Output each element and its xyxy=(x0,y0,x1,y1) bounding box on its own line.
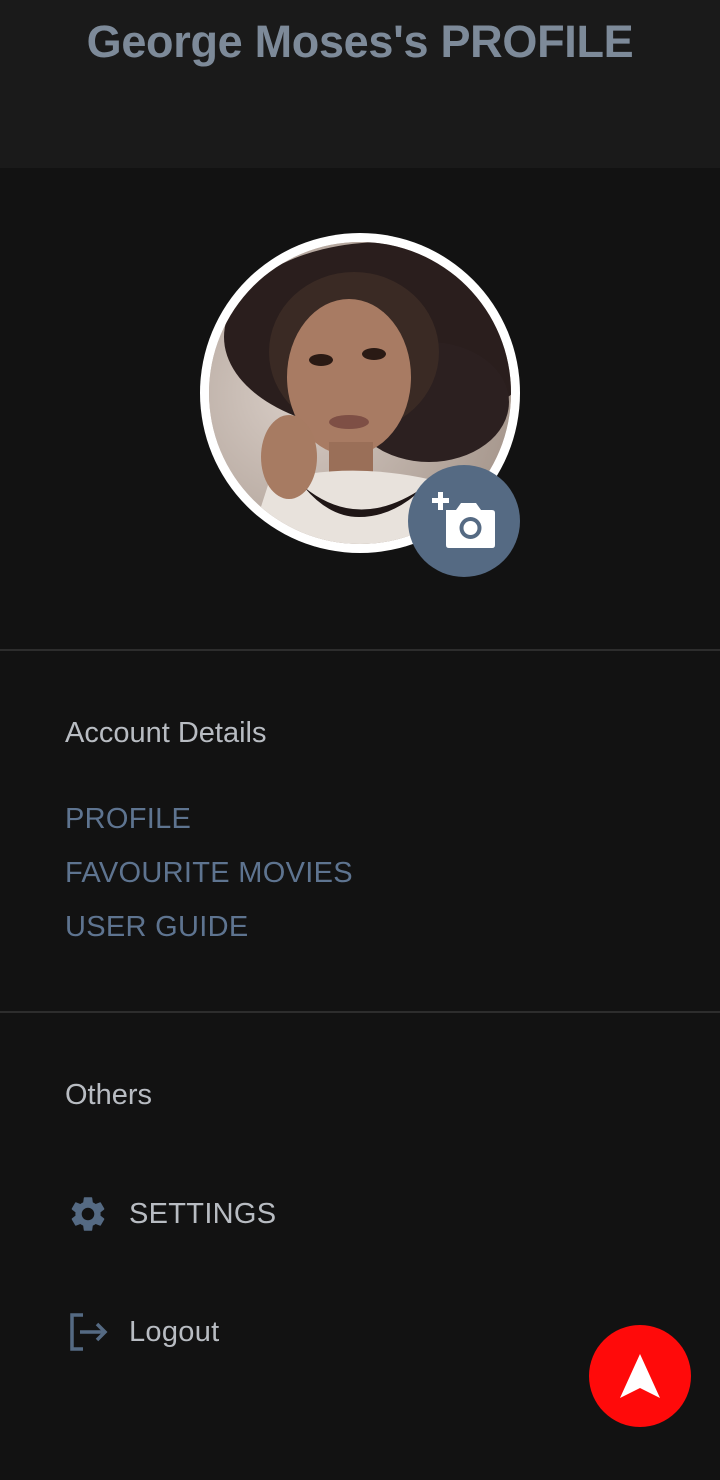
others-heading: Others xyxy=(65,1079,153,1111)
profile-link[interactable]: PROFILE xyxy=(65,803,191,836)
settings-label: SETTINGS xyxy=(129,1197,277,1230)
navigation-fab[interactable] xyxy=(589,1325,691,1427)
logout-item[interactable]: Logout xyxy=(65,1308,220,1356)
change-photo-button[interactable] xyxy=(408,465,520,577)
divider xyxy=(0,649,720,651)
account-details-heading: Account Details xyxy=(65,717,267,749)
add-a-photo-icon xyxy=(432,492,495,548)
app-header: George Moses's PROFILE xyxy=(0,0,720,168)
logout-label: Logout xyxy=(129,1315,220,1348)
divider xyxy=(0,1011,720,1013)
user-guide-link[interactable]: USER GUIDE xyxy=(65,911,248,944)
navigation-arrow-icon xyxy=(620,1354,660,1398)
page-title: George Moses's PROFILE xyxy=(86,16,634,67)
favourite-movies-link[interactable]: FAVOURITE MOVIES xyxy=(65,857,353,890)
logout-icon xyxy=(65,1309,111,1355)
gear-icon xyxy=(65,1191,111,1237)
settings-item[interactable]: SETTINGS xyxy=(65,1190,276,1238)
